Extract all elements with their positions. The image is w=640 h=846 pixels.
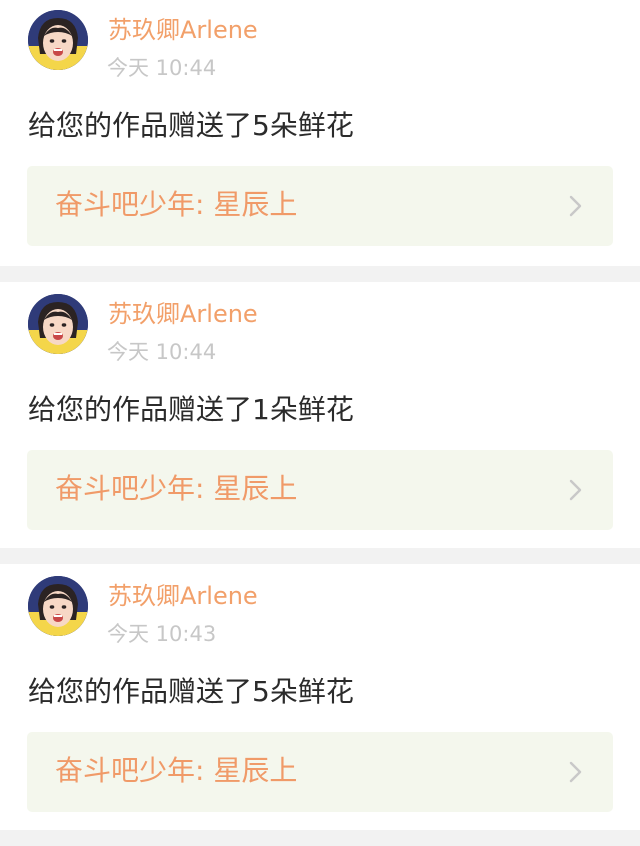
avatar-graphic [28, 576, 88, 636]
gift-message: 给您的作品赠送了1朵鲜花 [28, 393, 354, 426]
work-link-card[interactable]: 奋斗吧少年: 星辰上 [27, 450, 613, 530]
notification-card: 苏玖卿Arlene 今天 10:44 给您的作品赠送了5朵鲜花 奋斗吧少年: 星… [0, 0, 640, 266]
user-avatar-icon[interactable] [28, 294, 88, 354]
notification-feed: 苏玖卿Arlene 今天 10:44 给您的作品赠送了5朵鲜花 奋斗吧少年: 星… [0, 0, 640, 846]
gift-message: 给您的作品赠送了5朵鲜花 [28, 109, 354, 142]
notification-card: 苏玖卿Arlene 今天 10:43 给您的作品赠送了5朵鲜花 奋斗吧少年: 星… [0, 564, 640, 830]
timestamp: 今天 10:43 [107, 622, 217, 646]
work-link-card[interactable]: 奋斗吧少年: 星辰上 [27, 732, 613, 812]
username[interactable]: 苏玖卿Arlene [108, 298, 258, 330]
chevron-right-icon [567, 760, 585, 784]
chevron-right-icon [567, 478, 585, 502]
avatar-graphic [28, 294, 88, 354]
username[interactable]: 苏玖卿Arlene [108, 580, 258, 612]
work-title: 奋斗吧少年: 星辰上 [55, 754, 298, 787]
user-avatar-icon[interactable] [28, 10, 88, 70]
user-avatar-icon[interactable] [28, 576, 88, 636]
gift-message: 给您的作品赠送了5朵鲜花 [28, 675, 354, 708]
chevron-right-icon [567, 194, 585, 218]
timestamp: 今天 10:44 [107, 56, 217, 80]
work-link-card[interactable]: 奋斗吧少年: 星辰上 [27, 166, 613, 246]
notification-card: 苏玖卿Arlene 今天 10:44 给您的作品赠送了1朵鲜花 奋斗吧少年: 星… [0, 282, 640, 548]
work-title: 奋斗吧少年: 星辰上 [55, 472, 298, 505]
username[interactable]: 苏玖卿Arlene [108, 14, 258, 46]
avatar-graphic [28, 10, 88, 70]
timestamp: 今天 10:44 [107, 340, 217, 364]
work-title: 奋斗吧少年: 星辰上 [55, 188, 298, 221]
